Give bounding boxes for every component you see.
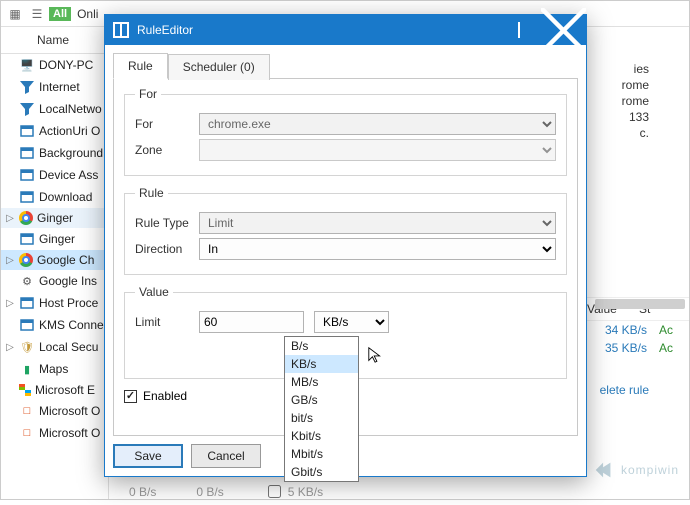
tree-item[interactable]: 🖥️DONY-PC: [1, 54, 108, 76]
value-cell: 35 KB/s: [605, 341, 647, 355]
unit-option[interactable]: Gbit/s: [285, 463, 358, 481]
tree-item[interactable]: ▷ Host Proce: [1, 292, 108, 314]
tree-item[interactable]: KMS Conne: [1, 314, 108, 336]
all-badge[interactable]: All: [49, 7, 71, 21]
expand-icon[interactable]: ▷: [5, 255, 15, 266]
tree-item[interactable]: Microsoft E: [1, 380, 108, 400]
tree-item-label: Device Ass: [39, 168, 98, 182]
tree-item-label: Google Ch: [37, 253, 94, 267]
tree-item[interactable]: ▮Maps: [1, 358, 108, 380]
tree-item-label: Background: [39, 146, 103, 160]
toolbar-list-icon[interactable]: ☰: [27, 5, 47, 23]
tree-item-label: Microsoft E: [35, 383, 95, 397]
tree-item-label: Google Ins: [39, 274, 97, 288]
tree-item-label: Ginger: [37, 211, 73, 225]
titlebar[interactable]: RuleEditor: [105, 15, 586, 45]
unit-option[interactable]: B/s: [285, 337, 358, 355]
tree-item[interactable]: Background: [1, 142, 108, 164]
cancel-button[interactable]: Cancel: [191, 444, 261, 468]
value-cell: 34 KB/s: [605, 323, 647, 337]
tree-item[interactable]: Download: [1, 186, 108, 208]
toolbar-grid-icon[interactable]: ▦: [5, 5, 25, 23]
for-select[interactable]: chrome.exe: [199, 113, 556, 135]
unit-option[interactable]: MB/s: [285, 373, 358, 391]
tab-bar: Rule Scheduler (0): [113, 53, 578, 79]
for-legend: For: [135, 87, 161, 101]
tree-item[interactable]: □Microsoft O: [1, 422, 108, 444]
expand-icon[interactable]: ▷: [5, 298, 15, 309]
tree-item-label: Microsoft O: [39, 426, 100, 440]
tree-item[interactable]: Device Ass: [1, 164, 108, 186]
process-tree-panel: Name 🖥️DONY-PC Internet LocalNetwo ActionUr…: [1, 27, 109, 499]
tree-item-label: Local Secu: [39, 340, 98, 354]
name-column-header[interactable]: Name: [1, 27, 108, 54]
tree-item[interactable]: ▷ Google Ch: [1, 250, 108, 270]
limit-input[interactable]: [199, 311, 304, 333]
direction-label: Direction: [135, 242, 199, 256]
unit-option[interactable]: GB/s: [285, 391, 358, 409]
for-group: For For chrome.exe Zone: [124, 87, 567, 176]
tree-item-label: Microsoft O: [39, 404, 100, 418]
unit-option[interactable]: KB/s: [285, 355, 358, 373]
maximize-button[interactable]: [496, 15, 541, 45]
unit-option[interactable]: bit/s: [285, 409, 358, 427]
zone-label: Zone: [135, 143, 199, 157]
tab-rule[interactable]: Rule: [113, 53, 168, 79]
expand-icon[interactable]: ▷: [5, 213, 15, 224]
tree-item[interactable]: ▷🛡Local Secu: [1, 336, 108, 358]
watermark: kompiwin: [593, 459, 679, 481]
rate-checkbox[interactable]: 5 KB/s: [264, 482, 323, 501]
direction-select[interactable]: In: [199, 238, 556, 260]
rule-legend: Rule: [135, 186, 168, 200]
tree-item-label: DONY-PC: [39, 58, 93, 72]
zone-select[interactable]: [199, 139, 556, 161]
tree-item[interactable]: Ginger: [1, 228, 108, 250]
online-label-truncated: Onli: [77, 7, 98, 21]
app-icon: [113, 22, 129, 38]
save-button[interactable]: Save: [113, 444, 183, 468]
unit-dropdown-list[interactable]: B/sKB/sMB/sGB/sbit/sKbit/sMbit/sGbit/s: [284, 336, 359, 482]
tree-item-label: ActionUri O: [39, 124, 100, 138]
unit-select[interactable]: KB/s: [314, 311, 389, 333]
rate-cell: 0 B/s: [196, 485, 223, 499]
rule-group: Rule Rule Type Limit Direction In: [124, 186, 567, 275]
rule-type-label: Rule Type: [135, 216, 199, 230]
tree-item[interactable]: ▷ Ginger: [1, 208, 108, 228]
unit-option[interactable]: Mbit/s: [285, 445, 358, 463]
tree-item-label: Maps: [39, 362, 68, 376]
tree-item[interactable]: ⚙Google Ins: [1, 270, 108, 292]
tab-scheduler[interactable]: Scheduler (0): [168, 54, 270, 80]
tree-item-label: LocalNetwo: [39, 102, 102, 116]
value-legend: Value: [135, 285, 173, 299]
status-cell: Ac: [659, 341, 679, 355]
tree-item-label: Host Proce: [39, 296, 98, 310]
rule-type-select[interactable]: Limit: [199, 212, 556, 234]
enabled-label: Enabled: [143, 389, 187, 403]
tree-item[interactable]: LocalNetwo: [1, 98, 108, 120]
horizontal-scrollbar[interactable]: [595, 299, 685, 309]
expand-icon[interactable]: ▷: [5, 342, 15, 353]
window-title: RuleEditor: [137, 23, 451, 37]
status-cell: Ac: [659, 323, 679, 337]
tree-item-label: Ginger: [39, 232, 75, 246]
for-label: For: [135, 117, 199, 131]
rate-cell: 0 B/s: [129, 485, 156, 499]
tree-item[interactable]: ActionUri O: [1, 120, 108, 142]
tree-item[interactable]: Internet: [1, 76, 108, 98]
tree-item-label: Download: [39, 190, 92, 204]
tree-item-label: KMS Conne: [39, 318, 104, 332]
tree-item-label: Internet: [39, 80, 80, 94]
minimize-button[interactable]: [451, 15, 496, 45]
close-button[interactable]: [541, 15, 586, 45]
tree-item[interactable]: □Microsoft O: [1, 400, 108, 422]
enabled-checkbox[interactable]: [124, 390, 137, 403]
limit-label: Limit: [135, 315, 199, 329]
unit-option[interactable]: Kbit/s: [285, 427, 358, 445]
